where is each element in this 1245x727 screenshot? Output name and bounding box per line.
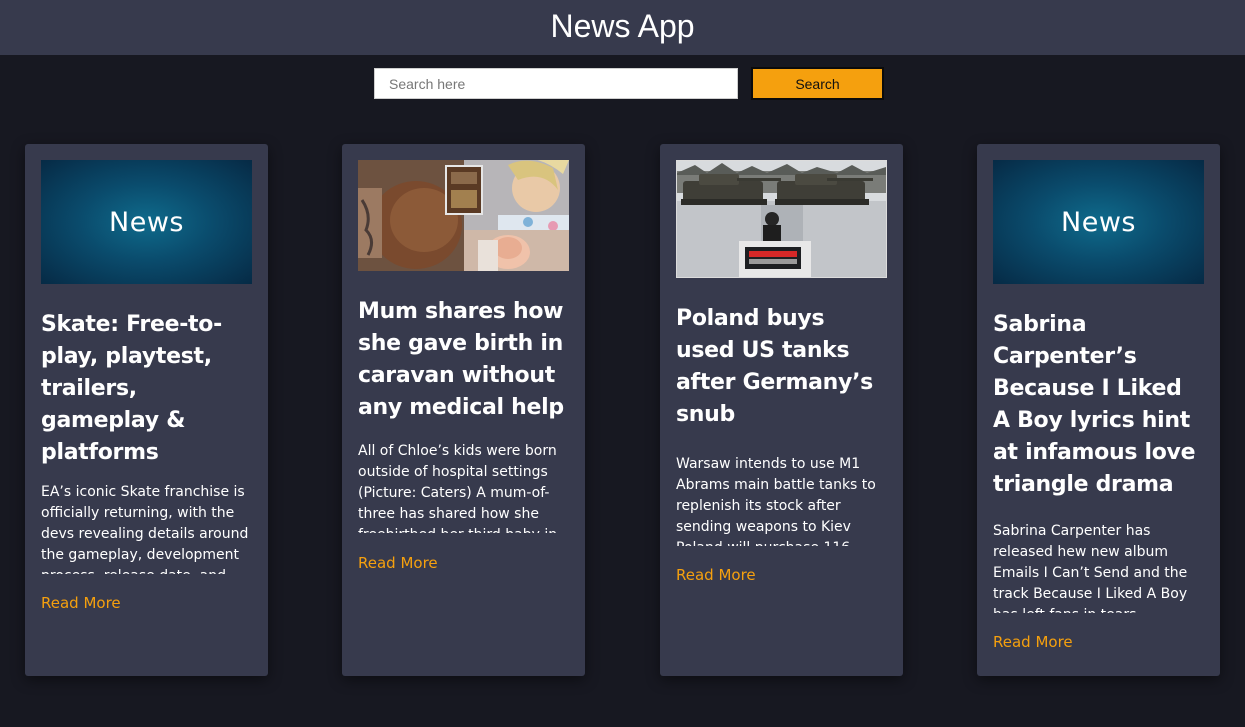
search-input[interactable]: [374, 68, 738, 99]
news-card: News Sabrina Carpenter’s Because I Liked…: [977, 144, 1220, 676]
article-title: Poland buys used US tanks after Germany’…: [676, 306, 873, 427]
news-card: Poland buys used US tanks after Germany’…: [660, 144, 903, 676]
app-title: News App: [550, 7, 695, 44]
article-description: All of Chloe’s kids were born outside of…: [358, 443, 557, 533]
tanks-photo-image: [677, 161, 886, 277]
article-image: [676, 160, 887, 278]
search-button[interactable]: Search: [751, 67, 884, 100]
app-header: News App: [0, 0, 1245, 55]
news-placeholder-image: News: [41, 160, 252, 284]
read-more-link[interactable]: Read More: [358, 554, 569, 572]
article-description: Warsaw intends to use M1 Abrams main bat…: [676, 456, 876, 546]
article-title: Skate: Free-to-play, playtest, trailers,…: [41, 312, 222, 465]
news-image-label: News: [109, 206, 184, 238]
read-more-link[interactable]: Read More: [676, 566, 887, 584]
news-image-label: News: [1061, 206, 1136, 238]
article-description: Sabrina Carpenter has released hew new a…: [993, 523, 1188, 613]
news-card: Mum shares how she gave birth in caravan…: [342, 144, 585, 676]
article-title: Sabrina Carpenter’s Because I Liked A Bo…: [993, 312, 1196, 497]
read-more-link[interactable]: Read More: [993, 633, 1204, 651]
article-image: [358, 160, 569, 271]
news-placeholder-image: News: [993, 160, 1204, 284]
article-title: Mum shares how she gave birth in caravan…: [358, 299, 564, 420]
news-card: News Skate: Free-to-play, playtest, trai…: [25, 144, 268, 676]
read-more-link[interactable]: Read More: [41, 594, 252, 612]
article-description: EA’s iconic Skate franchise is officiall…: [41, 484, 249, 574]
birth-photo-image: [358, 160, 569, 271]
